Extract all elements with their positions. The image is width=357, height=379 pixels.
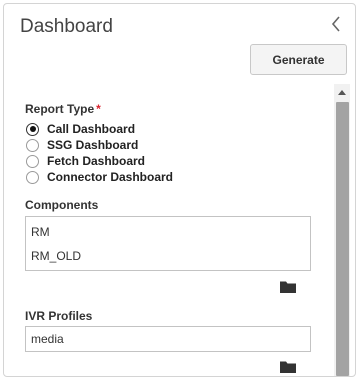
radio-button-selected[interactable] — [26, 122, 39, 136]
radio-button[interactable] — [26, 170, 39, 184]
vertical-scrollbar[interactable] — [334, 84, 350, 376]
folder-icon[interactable] — [280, 360, 296, 374]
scroll-up-arrow-icon[interactable] — [334, 84, 350, 100]
dashboard-panel: Dashboard Generate Report Type * Call Das… — [3, 3, 356, 377]
components-label: Components — [25, 198, 99, 212]
panel-title: Dashboard — [20, 16, 113, 37]
form-scroll-area: Report Type * Call Dashboard SSG Dashboar… — [4, 84, 355, 376]
report-type-label-text: Report Type — [25, 102, 95, 116]
folder-icon[interactable] — [280, 280, 296, 294]
radio-button[interactable] — [26, 138, 39, 152]
radio-call-dashboard[interactable]: Call Dashboard — [26, 121, 135, 137]
ivr-profiles-label: IVR Profiles — [25, 309, 93, 323]
list-item[interactable]: RM_OLD — [31, 249, 81, 263]
list-item[interactable]: RM — [31, 225, 50, 239]
radio-button[interactable] — [26, 154, 39, 168]
ivr-profiles-input[interactable] — [25, 326, 311, 352]
radio-fetch-dashboard[interactable]: Fetch Dashboard — [26, 153, 145, 169]
scrollbar-thumb[interactable] — [336, 102, 349, 376]
generate-button[interactable]: Generate — [250, 44, 347, 75]
radio-label: Call Dashboard — [47, 122, 136, 136]
radio-label: SSG Dashboard — [47, 138, 139, 152]
radio-ssg-dashboard[interactable]: SSG Dashboard — [26, 137, 138, 153]
required-mark: * — [96, 102, 101, 116]
components-listbox[interactable]: RM RM_OLD — [25, 216, 311, 271]
radio-label: Connector Dashboard — [47, 170, 174, 184]
chevron-left-icon[interactable] — [329, 14, 343, 34]
radio-connector-dashboard[interactable]: Connector Dashboard — [26, 169, 173, 185]
report-type-label: Report Type * — [25, 102, 101, 116]
radio-label: Fetch Dashboard — [47, 154, 146, 168]
